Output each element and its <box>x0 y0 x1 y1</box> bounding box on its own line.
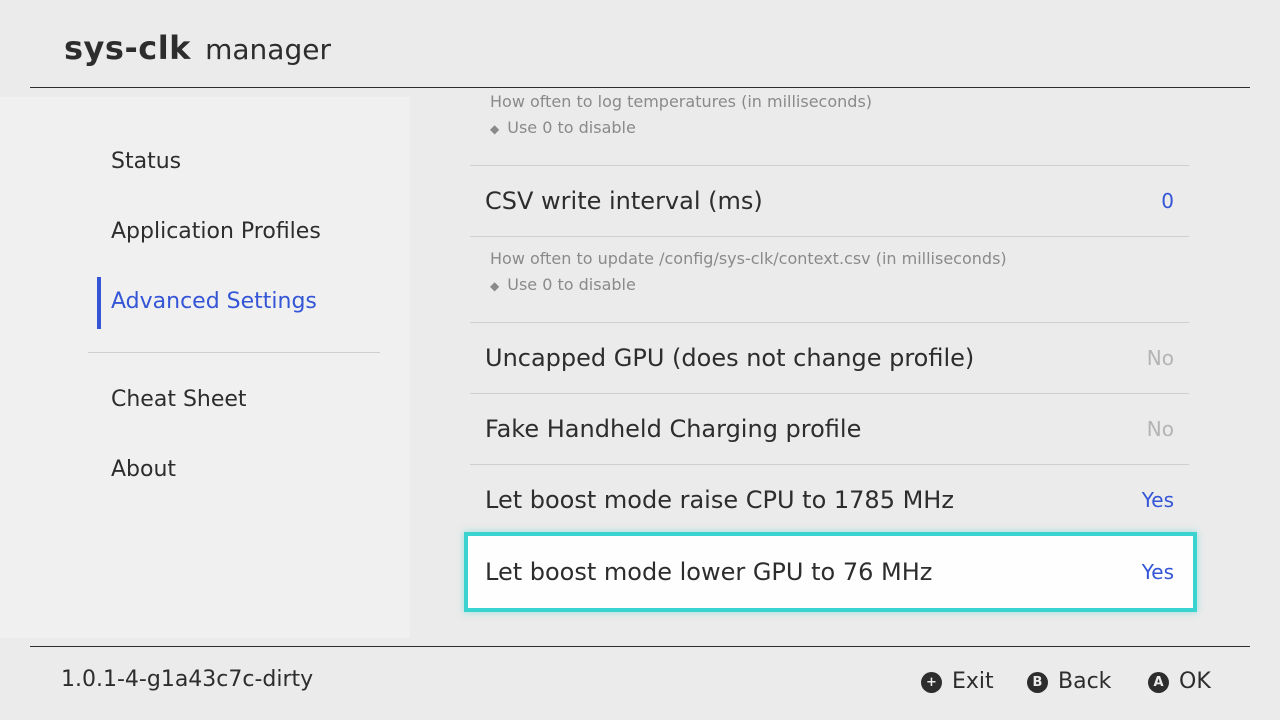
temp-log-info: How often to log temperatures (in millis… <box>490 89 872 142</box>
sidebar-active-indicator <box>97 277 101 329</box>
setting-value: Yes <box>1141 560 1174 584</box>
setting-label: Let boost mode lower GPU to 76 MHz <box>485 558 933 586</box>
ok-hint-label: OK <box>1179 669 1211 694</box>
setting-row-fake-handheld-charging[interactable]: Fake Handheld Charging profile No <box>470 394 1189 464</box>
back-hint[interactable]: B Back <box>1027 667 1111 697</box>
footer: 1.0.1-4-g1a43c7c-dirty + Exit B Back A OK <box>0 647 1280 720</box>
csv-description: How often to update /config/sys-clk/cont… <box>490 249 1007 268</box>
back-hint-label: Back <box>1058 669 1112 694</box>
sidebar-item-advanced-settings[interactable]: Advanced Settings <box>111 287 317 317</box>
diamond-bullet-icon: ◆ <box>490 279 500 293</box>
setting-row-boost-lower-gpu[interactable]: Let boost mode lower GPU to 76 MHz Yes <box>468 536 1193 608</box>
setting-row-boost-raise-cpu[interactable]: Let boost mode raise CPU to 1785 MHz Yes <box>470 465 1189 535</box>
app-title-light: manager <box>205 33 331 66</box>
app-title-bold: sys-clk <box>64 29 191 67</box>
setting-value: No <box>1146 417 1174 441</box>
setting-value: No <box>1146 346 1174 370</box>
temp-log-hint: ◆ Use 0 to disable <box>490 115 872 142</box>
sidebar-item-cheat-sheet[interactable]: Cheat Sheet <box>111 385 247 415</box>
setting-value: 0 <box>1161 189 1174 213</box>
setting-label: Fake Handheld Charging profile <box>485 415 862 443</box>
app-title: sys-clk manager <box>64 26 331 72</box>
header: sys-clk manager <box>0 0 1280 88</box>
exit-hint[interactable]: + Exit <box>921 667 994 697</box>
setting-row-csv-interval[interactable]: CSV write interval (ms) 0 <box>470 166 1189 236</box>
setting-label: Let boost mode raise CPU to 1785 MHz <box>485 486 954 514</box>
sidebar-item-about[interactable]: About <box>111 455 176 485</box>
setting-value: Yes <box>1141 488 1174 512</box>
setting-row-uncapped-gpu[interactable]: Uncapped GPU (does not change profile) N… <box>470 323 1189 393</box>
setting-label: CSV write interval (ms) <box>485 187 763 215</box>
csv-hint: ◆ Use 0 to disable <box>490 272 1007 299</box>
sidebar-divider <box>88 352 380 353</box>
sidebar-item-status[interactable]: Status <box>111 147 181 177</box>
settings-list[interactable]: How often to log temperatures (in millis… <box>410 88 1280 646</box>
version-label: 1.0.1-4-g1a43c7c-dirty <box>61 667 314 692</box>
setting-label: Uncapped GPU (does not change profile) <box>485 344 975 372</box>
diamond-bullet-icon: ◆ <box>490 122 500 136</box>
b-button-icon: B <box>1027 672 1048 693</box>
csv-hint-text: Use 0 to disable <box>507 275 636 294</box>
exit-hint-label: Exit <box>952 669 994 694</box>
temp-log-hint-text: Use 0 to disable <box>507 118 636 137</box>
row-divider <box>470 236 1189 237</box>
plus-button-icon: + <box>921 672 942 693</box>
ok-hint[interactable]: A OK <box>1148 667 1211 697</box>
a-button-icon: A <box>1148 672 1169 693</box>
sidebar-item-application-profiles[interactable]: Application Profiles <box>111 217 321 247</box>
temp-log-description: How often to log temperatures (in millis… <box>490 92 873 111</box>
sidebar <box>0 97 410 638</box>
csv-info: How often to update /config/sys-clk/cont… <box>490 246 1007 299</box>
